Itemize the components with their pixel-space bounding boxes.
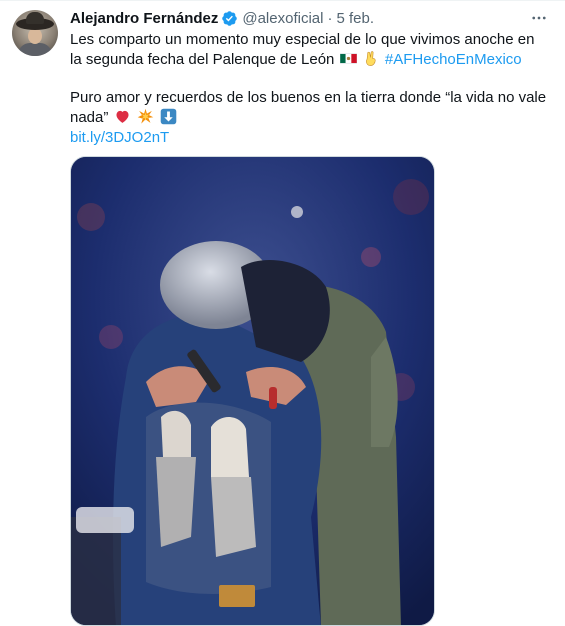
author-handle[interactable]: @alexoficial	[242, 10, 323, 27]
tweet-text: Les comparto un momento muy especial de …	[70, 30, 550, 148]
red-heart-icon	[116, 110, 129, 123]
verified-badge-icon	[222, 10, 238, 26]
victory-hand-icon	[365, 51, 376, 66]
tweet-header: Alejandro Fernández @alexoficial · 5 feb…	[70, 8, 374, 28]
author-avatar[interactable]	[12, 10, 58, 56]
concert-photo-icon	[71, 157, 434, 625]
tweet-card[interactable]: Alejandro Fernández @alexoficial · 5 feb…	[0, 0, 565, 626]
tweet-date[interactable]: 5 feb.	[336, 10, 374, 27]
more-options-icon[interactable]	[529, 8, 549, 28]
down-arrow-icon	[160, 108, 177, 125]
shortened-link[interactable]: bit.ly/3DJO2nT	[70, 129, 169, 146]
author-name[interactable]: Alejandro Fernández	[70, 10, 218, 27]
separator-dot: ·	[327, 9, 333, 27]
tweet-media-photo[interactable]	[70, 156, 435, 626]
mexico-flag-icon	[339, 53, 357, 64]
hashtag-link[interactable]: #AFHechoEnMexico	[385, 51, 522, 68]
collision-icon	[137, 108, 154, 124]
